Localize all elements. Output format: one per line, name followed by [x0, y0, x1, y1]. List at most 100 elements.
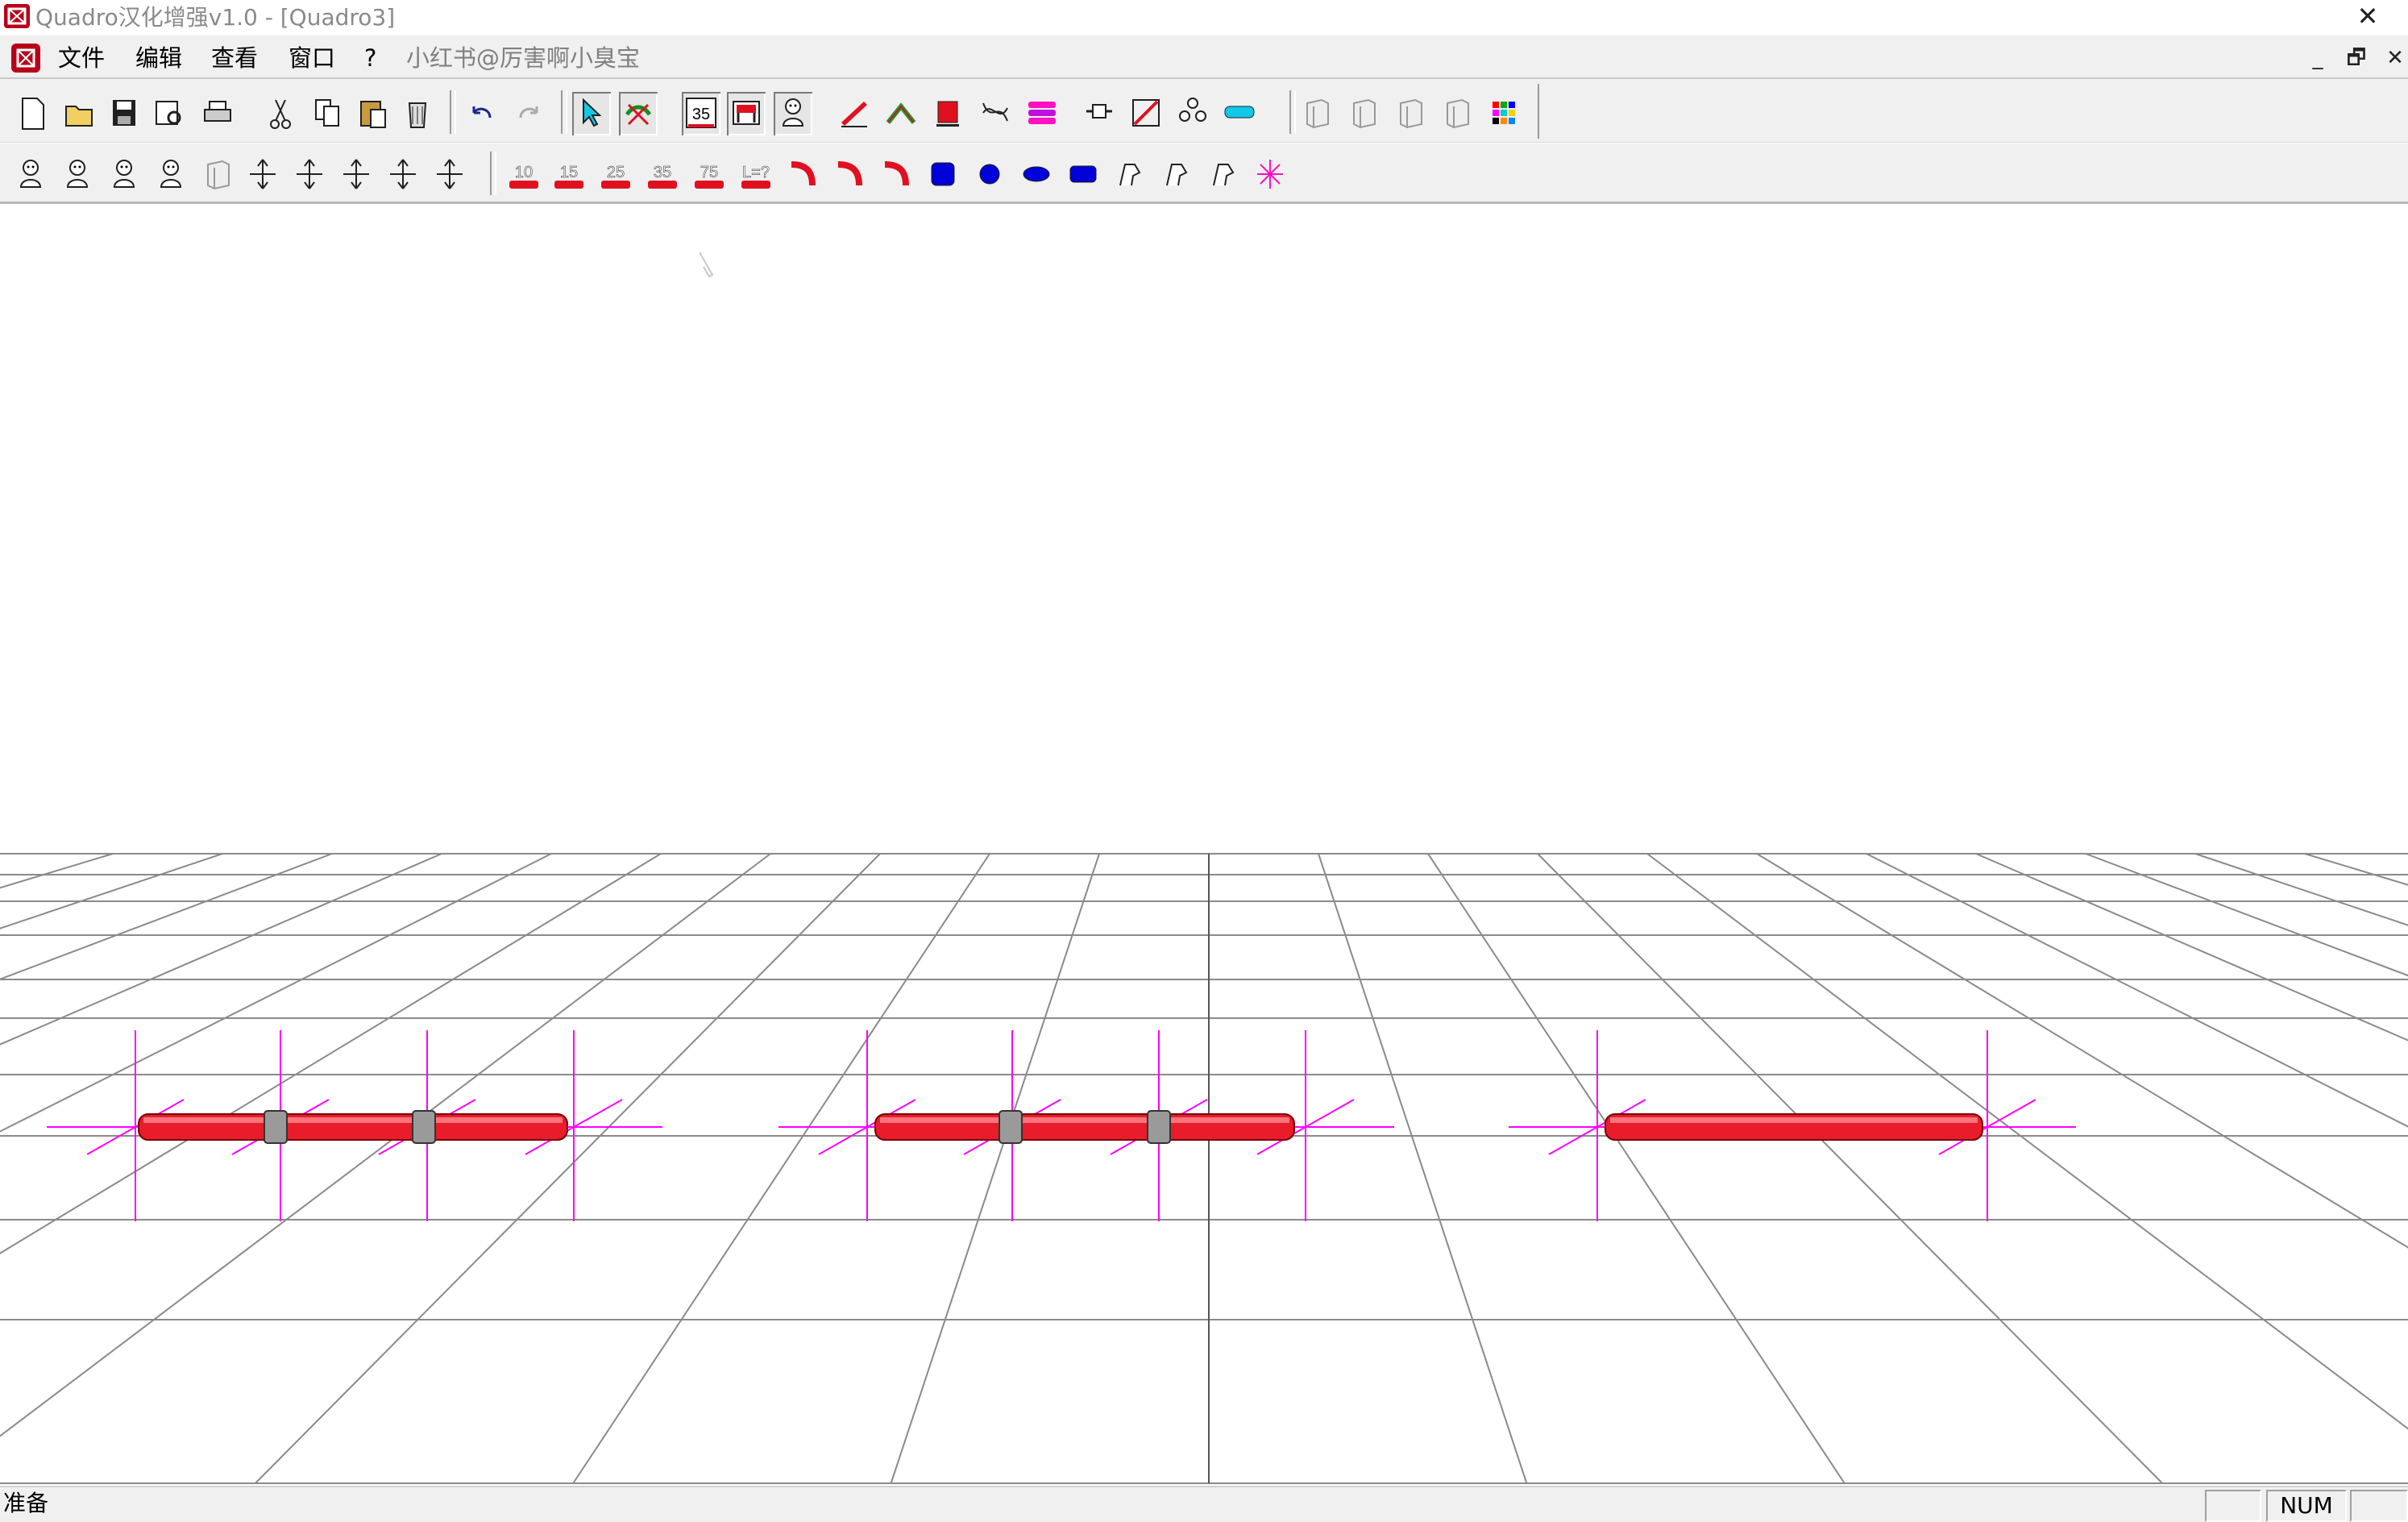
- grid-column-line: [1537, 853, 2163, 1484]
- window-title: Quadro汉化增强v1.0 - [Quadro3]: [35, 4, 396, 31]
- select-pointer-button[interactable]: [572, 92, 611, 135]
- move-cross-button[interactable]: [384, 153, 422, 197]
- curve-red-2-button[interactable]: [830, 153, 869, 197]
- copy-button[interactable]: [308, 92, 347, 135]
- mdi-restore-button[interactable]: 🗗: [2340, 44, 2373, 73]
- blue-plate-oval-button[interactable]: [1017, 153, 1056, 197]
- figure-front-button[interactable]: [11, 153, 50, 197]
- cut-button[interactable]: [261, 92, 300, 135]
- mdi-minimize-button[interactable]: _: [2302, 44, 2334, 73]
- move-updown-button[interactable]: [337, 153, 376, 197]
- undo-button[interactable]: [463, 92, 501, 135]
- clamp-2-button[interactable]: [1157, 153, 1196, 197]
- tube-element[interactable]: [138, 1113, 568, 1141]
- tube-element[interactable]: [874, 1113, 1295, 1141]
- redo-button[interactable]: [509, 92, 548, 135]
- curve-red-1-icon: [791, 161, 816, 186]
- view-front-button[interactable]: [1297, 92, 1336, 135]
- menu-view[interactable]: 查看: [211, 42, 258, 74]
- menu-file[interactable]: 文件: [58, 42, 105, 74]
- tube-15-icon: 15: [554, 164, 583, 189]
- tube-25-button[interactable]: 25: [596, 153, 635, 197]
- new-file-icon: [22, 98, 44, 130]
- move-all-icon: [437, 159, 463, 189]
- figure-back-button[interactable]: [105, 153, 143, 197]
- red-block-button[interactable]: [928, 92, 967, 135]
- tube-connector[interactable]: [264, 1110, 288, 1144]
- menu-window[interactable]: 窗口: [289, 42, 335, 74]
- grid-column-line: [0, 853, 442, 1046]
- clamp-3-button[interactable]: [1204, 153, 1243, 197]
- view-3d-button[interactable]: [1438, 92, 1476, 135]
- tube-connector[interactable]: [412, 1110, 436, 1144]
- open-folder-button[interactable]: [60, 92, 98, 135]
- save-button[interactable]: [105, 92, 143, 135]
- cut-icon: [270, 99, 291, 129]
- toolbar-separator: [490, 152, 496, 195]
- print-preview-icon: [156, 101, 181, 125]
- svg-text:10: 10: [515, 164, 533, 181]
- menu-bar: [0, 35, 2408, 79]
- no-collision-button[interactable]: [619, 92, 658, 135]
- menu-edit[interactable]: 编辑: [135, 42, 182, 74]
- element-frame-button[interactable]: [727, 92, 766, 135]
- blue-plate-wide-button[interactable]: [1064, 153, 1102, 197]
- node-cluster-button[interactable]: [1173, 92, 1212, 135]
- document-icon[interactable]: [8, 40, 44, 76]
- print-button[interactable]: [198, 92, 237, 135]
- tube-10-button[interactable]: 10: [504, 153, 543, 197]
- joint-star-icon: [1257, 160, 1283, 189]
- blue-plate-round-icon: [979, 164, 1000, 185]
- move-left-right-button[interactable]: [290, 153, 329, 197]
- window-close-button[interactable]: ✕: [2352, 0, 2384, 32]
- diagonal-button[interactable]: [1127, 92, 1165, 135]
- delete-bin-button[interactable]: [398, 92, 437, 135]
- curve-red-1-button[interactable]: [783, 153, 822, 197]
- blue-plate-square-button[interactable]: [924, 153, 962, 197]
- menu-help[interactable]: ?: [364, 42, 376, 74]
- tube-35-button[interactable]: 35: [643, 153, 682, 197]
- color-palette-button[interactable]: [1484, 92, 1523, 135]
- move-all-button[interactable]: [430, 153, 469, 197]
- red-ramp-button[interactable]: [835, 92, 874, 135]
- view-top-button[interactable]: [1391, 92, 1430, 135]
- paste-icon: [360, 101, 386, 128]
- clamp-1-icon: [1119, 164, 1141, 186]
- figure-top-button[interactable]: [152, 153, 190, 197]
- tube-75-button[interactable]: 75: [690, 153, 729, 197]
- connector-button[interactable]: [1080, 92, 1119, 135]
- curve-red-3-button[interactable]: [877, 153, 915, 197]
- grid-35-button[interactable]: 35: [682, 92, 720, 135]
- tube-element[interactable]: [1605, 1113, 1983, 1141]
- print-preview-button[interactable]: [150, 92, 189, 135]
- tube-10-icon: 10: [509, 164, 538, 189]
- select-pointer-icon: [583, 98, 602, 127]
- view-side-button[interactable]: [1344, 92, 1383, 135]
- tube-custom-button[interactable]: L=?: [737, 153, 775, 197]
- magenta-panel-button[interactable]: [1022, 92, 1061, 135]
- print-icon: [204, 101, 231, 122]
- grid-column-line: [1318, 853, 1528, 1484]
- paste-button[interactable]: [353, 92, 392, 135]
- grid-column-line: [0, 853, 771, 1437]
- tube-15-button[interactable]: 15: [550, 153, 588, 197]
- green-slope-icon: [886, 102, 916, 124]
- blue-plate-round-button[interactable]: [970, 153, 1009, 197]
- tube-connector[interactable]: [1147, 1110, 1171, 1144]
- figure-side-button[interactable]: [58, 153, 97, 197]
- cyan-tube-button[interactable]: [1220, 92, 1259, 135]
- new-file-button[interactable]: [13, 92, 52, 135]
- green-slope-button[interactable]: [882, 92, 920, 135]
- svg-text:35: 35: [692, 106, 710, 123]
- toolbar-separator: [450, 90, 456, 134]
- figure-button[interactable]: [774, 92, 812, 135]
- rotate-view-button[interactable]: [198, 153, 237, 197]
- clamp-1-button[interactable]: [1111, 153, 1149, 197]
- mdi-close-button[interactable]: ✕: [2379, 44, 2408, 73]
- joint-star-button[interactable]: [1251, 153, 1289, 197]
- rope-net-button[interactable]: [975, 92, 1014, 135]
- no-collision-icon: [625, 103, 652, 126]
- move-up-button[interactable]: [243, 153, 282, 197]
- tube-connector[interactable]: [998, 1110, 1023, 1144]
- viewport-3d[interactable]: [0, 204, 2408, 1486]
